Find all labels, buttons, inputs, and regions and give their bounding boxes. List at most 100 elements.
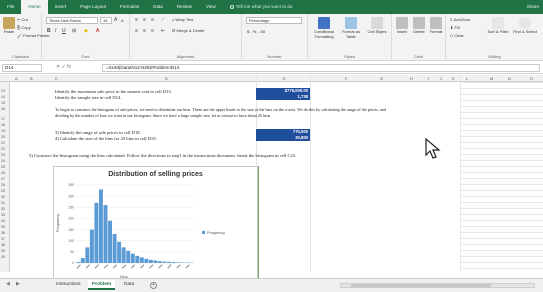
row-header[interactable]: 34 <box>1 219 5 223</box>
tab-view[interactable]: View <box>199 0 223 14</box>
column-header[interactable]: J <box>440 76 442 81</box>
align-middle-icon[interactable]: ≡ <box>143 17 146 23</box>
row-header[interactable]: 17 <box>1 117 5 121</box>
tab-page-layout[interactable]: Page Layout <box>73 0 113 14</box>
column-header[interactable]: D <box>165 76 168 81</box>
sheet-tab-instructions[interactable]: Instructions <box>52 280 85 290</box>
row-header[interactable]: 19 <box>1 129 5 133</box>
column-header[interactable]: B <box>30 76 33 81</box>
scroll-left-icon[interactable]: ◀ <box>6 281 10 287</box>
align-bottom-icon[interactable]: ≡ <box>151 17 154 23</box>
row-header[interactable]: 31 <box>1 201 5 205</box>
share-button[interactable]: Share <box>527 0 539 14</box>
row-header[interactable]: 25 <box>1 165 5 169</box>
insert-cells-button[interactable]: Insert <box>394 17 410 35</box>
font-size-select[interactable]: 16 <box>100 17 112 24</box>
wrap-text-button[interactable]: ⤶ Wrap Text <box>172 17 193 22</box>
autosum-button[interactable]: Σ AutoSum <box>450 17 470 22</box>
cell-d14-value[interactable]: 1,738 <box>256 94 310 100</box>
scrollbar-thumb[interactable] <box>351 284 491 287</box>
row-header[interactable]: 18 <box>1 123 5 127</box>
tab-data[interactable]: Data <box>146 0 170 14</box>
tab-home[interactable]: Home <box>21 0 48 14</box>
fill-color-icon[interactable]: ◆ <box>84 28 88 34</box>
row-header[interactable]: 24 <box>1 159 5 163</box>
row-header[interactable]: 29 <box>1 189 5 193</box>
column-header[interactable]: M <box>490 76 493 81</box>
number-format-select[interactable]: Percentage <box>246 17 302 24</box>
column-header[interactable]: H <box>410 76 413 81</box>
row-header[interactable]: 22 <box>1 147 5 151</box>
grow-font-icon[interactable]: A <box>114 17 117 23</box>
empty-grid-area[interactable] <box>461 82 543 272</box>
sheet-tab-data[interactable]: Data <box>120 280 138 290</box>
row-header[interactable]: 14 <box>1 95 5 99</box>
row-header[interactable]: 36 <box>1 231 5 235</box>
name-box[interactable]: D14 <box>2 64 42 72</box>
align-right-icon[interactable]: ≡ <box>151 28 154 34</box>
sort-filter-button[interactable]: Sort & Filter <box>486 17 510 35</box>
fx-icon[interactable]: ✕ ✓ fx <box>56 64 71 70</box>
row-header[interactable]: 20 <box>1 135 5 139</box>
row-header[interactable]: 27 <box>1 177 5 181</box>
row-header[interactable]: 38 <box>1 243 5 247</box>
column-header[interactable]: A <box>15 76 18 81</box>
copy-button[interactable]: ⎘ Copy <box>17 25 31 30</box>
cell-styles-button[interactable]: Cell Styles <box>365 17 389 35</box>
histogram-chart[interactable]: Distribution of selling prices 0 50 100 150… <box>53 166 258 280</box>
column-header[interactable]: K <box>452 76 455 81</box>
column-header[interactable]: L <box>466 76 468 81</box>
cut-button[interactable]: ✂ Cut <box>17 17 28 22</box>
format-as-table-button[interactable]: Format as Table <box>339 17 363 39</box>
tell-me-box[interactable]: Tell me what you want to do <box>223 0 300 14</box>
sheet-tab-problem[interactable]: Problem <box>88 280 116 290</box>
align-top-icon[interactable]: ≡ <box>135 17 138 23</box>
column-header[interactable]: C <box>55 76 58 81</box>
column-header[interactable]: I <box>428 76 429 81</box>
fill-button[interactable]: ⬇ Fill <box>450 25 460 30</box>
indent-icon[interactable]: ⇤ <box>161 28 165 34</box>
row-header[interactable]: 35 <box>1 225 5 229</box>
formula-input[interactable]: =SUM(Data!N12:N28)/Problem!D14 <box>102 64 540 72</box>
row-header[interactable]: 37 <box>1 237 5 241</box>
row-header[interactable]: 40 <box>1 255 5 259</box>
row-header[interactable]: 30 <box>1 195 5 199</box>
horizontal-scrollbar[interactable] <box>340 283 535 288</box>
tab-review[interactable]: Review <box>170 0 199 14</box>
row-header[interactable]: 21 <box>1 141 5 145</box>
row-header[interactable]: 26 <box>1 171 5 175</box>
align-center-icon[interactable]: ≡ <box>143 28 146 34</box>
font-color-icon[interactable]: A <box>96 28 99 34</box>
merge-center-button[interactable]: ⊟ Merge & Center <box>172 28 205 33</box>
format-cells-button[interactable]: Format <box>428 17 444 35</box>
bold-icon[interactable]: B <box>47 28 51 34</box>
row-header[interactable]: 39 <box>1 249 5 253</box>
clear-button[interactable]: ◇ Clear <box>450 33 464 38</box>
scroll-right-icon[interactable]: ▶ <box>16 281 20 287</box>
align-left-icon[interactable]: ≡ <box>135 28 138 34</box>
shrink-font-icon[interactable]: A <box>121 18 124 23</box>
find-select-button[interactable]: Find & Select <box>512 17 538 35</box>
underline-icon[interactable]: U <box>62 28 66 34</box>
conditional-formatting-button[interactable]: Conditional Formatting <box>310 17 338 39</box>
add-sheet-icon[interactable]: + <box>150 282 157 289</box>
column-header[interactable]: G <box>380 76 383 81</box>
tab-insert[interactable]: Insert <box>48 0 74 14</box>
cell-d19-value[interactable]: 30,800 <box>256 135 310 141</box>
row-header[interactable]: 15 <box>1 101 5 105</box>
row-header[interactable]: 33 <box>1 213 5 217</box>
tab-formulas[interactable]: Formulas <box>113 0 146 14</box>
row-header[interactable]: 16 <box>1 107 5 111</box>
row-header[interactable]: 32 <box>1 207 5 211</box>
tab-file[interactable]: File <box>0 0 21 14</box>
column-header[interactable]: O <box>530 76 533 81</box>
font-name-select[interactable]: Times New Roma <box>46 17 98 24</box>
row-header[interactable]: 28 <box>1 183 5 187</box>
paste-button[interactable]: Paste <box>2 17 16 35</box>
borders-icon[interactable]: ⊞ <box>72 28 76 34</box>
column-header[interactable]: E <box>283 76 286 81</box>
row-header[interactable]: 13 <box>1 89 5 93</box>
number-format-buttons[interactable]: $ - % , .00 <box>247 29 265 34</box>
column-header[interactable]: F <box>345 76 347 81</box>
column-header[interactable]: N <box>508 76 511 81</box>
